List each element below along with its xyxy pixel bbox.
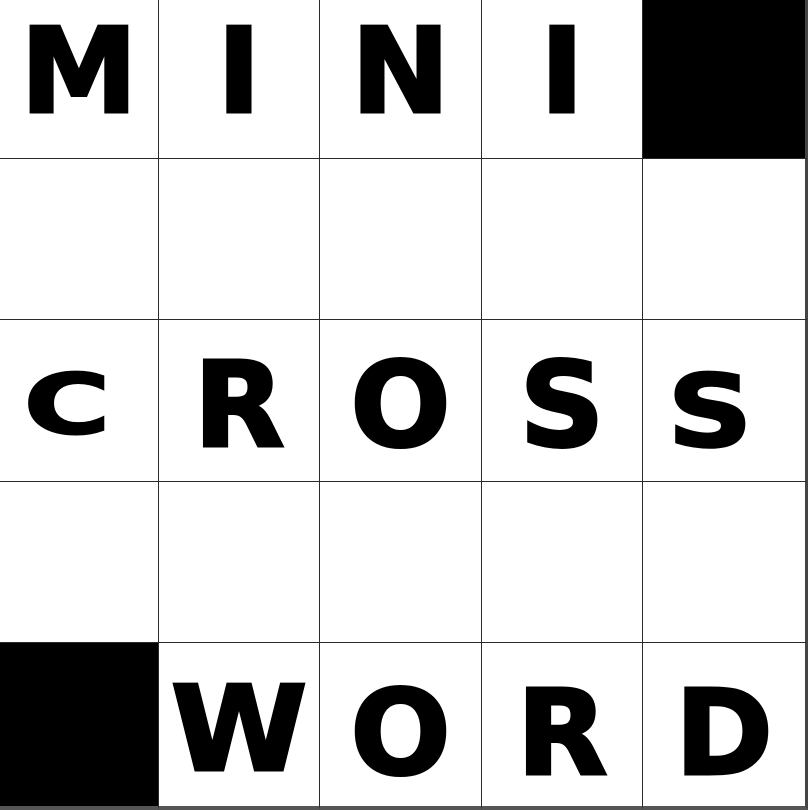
grid-cell[interactable] <box>159 159 320 320</box>
grid-cell[interactable] <box>482 482 643 643</box>
grid-cell[interactable]: M <box>0 0 159 159</box>
black-square <box>0 643 159 810</box>
cell-letter: I <box>539 2 586 140</box>
grid-cell[interactable] <box>0 482 159 643</box>
grid-cell[interactable] <box>643 159 808 320</box>
cell-letter: R <box>515 663 609 802</box>
grid-cell[interactable]: S <box>643 320 808 482</box>
grid-cell[interactable]: N <box>320 0 482 159</box>
grid-cell[interactable] <box>159 482 320 643</box>
grid-cell[interactable] <box>0 159 159 320</box>
grid-cell[interactable] <box>643 482 808 643</box>
cell-letter: O <box>349 335 452 474</box>
grid-cell[interactable]: C <box>0 320 159 482</box>
cell-letter: I <box>216 2 263 140</box>
grid-cell[interactable] <box>482 159 643 320</box>
grid-cell[interactable]: I <box>159 0 320 159</box>
grid-cell[interactable]: I <box>482 0 643 159</box>
cell-letter: O <box>349 663 452 802</box>
black-square <box>643 0 808 159</box>
grid-cell[interactable]: R <box>159 320 320 482</box>
cell-letter: W <box>169 659 309 798</box>
cell-letter: S <box>518 335 606 474</box>
cell-letter: R <box>192 335 286 474</box>
cell-letter: N <box>350 2 452 140</box>
cell-letter: S <box>666 351 754 470</box>
cell-letter: M <box>19 2 139 140</box>
grid-cell[interactable]: R <box>482 643 643 810</box>
grid-cell[interactable]: O <box>320 320 482 482</box>
grid-cell[interactable]: W <box>159 643 320 810</box>
grid-cell[interactable]: D <box>643 643 808 810</box>
grid-cell[interactable]: O <box>320 643 482 810</box>
cell-letter: D <box>674 663 775 802</box>
crossword-grid: MINICROSSWORD <box>0 0 808 810</box>
grid-cell[interactable]: S <box>482 320 643 482</box>
grid-cell[interactable] <box>320 482 482 643</box>
cell-letter: C <box>22 356 112 453</box>
grid-cell[interactable] <box>320 159 482 320</box>
